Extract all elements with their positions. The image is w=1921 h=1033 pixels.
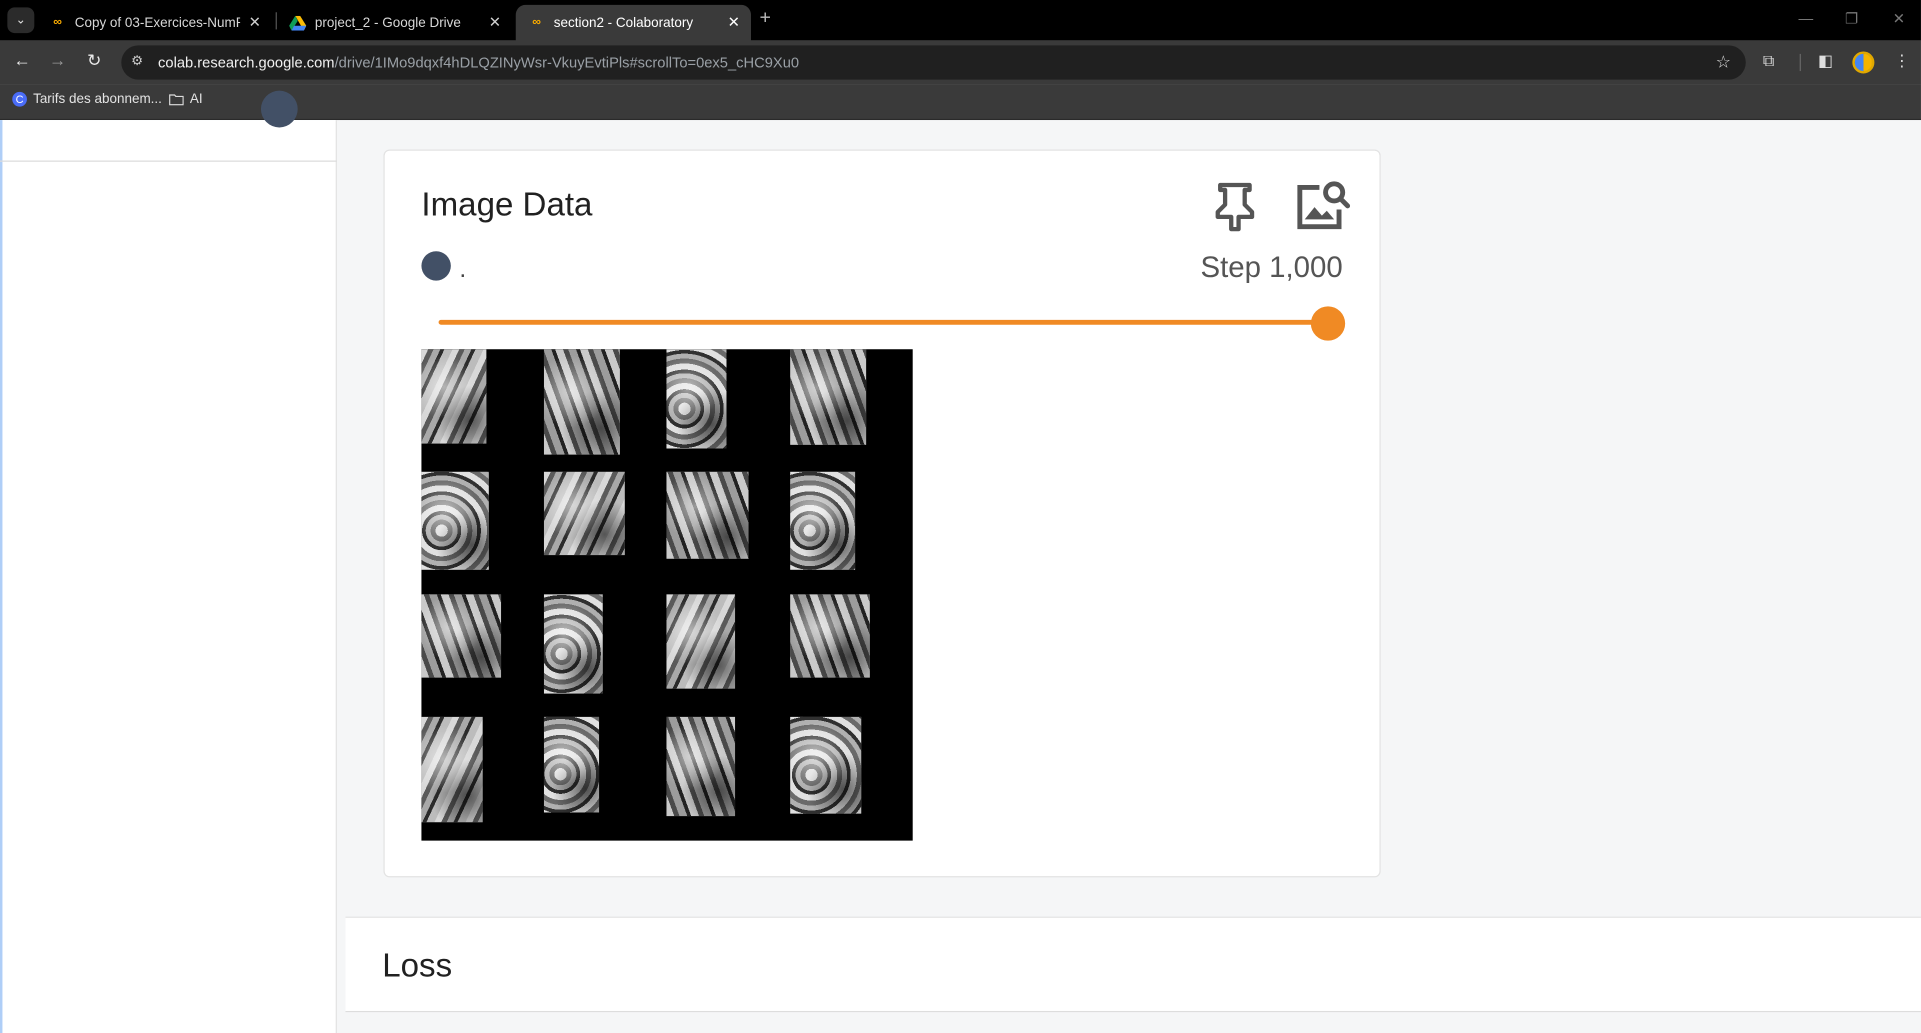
restore-icon[interactable]: ❐ (1845, 10, 1858, 27)
colab-icon: ∞ (53, 15, 62, 30)
chevron-down-icon: ⌄ (15, 13, 26, 27)
loss-card: Loss (345, 916, 1921, 1013)
image-patch (790, 349, 867, 445)
url-host: colab.research.google.com (158, 53, 335, 72)
image-patch (543, 716, 600, 813)
image-patch (543, 594, 603, 694)
extensions-icon[interactable]: ⧉ (1763, 51, 1774, 71)
minimize-icon[interactable]: — (1798, 10, 1813, 27)
image-patch (790, 594, 870, 678)
run-color-dot[interactable] (260, 90, 298, 128)
image-patch (790, 471, 856, 570)
folder-icon (169, 92, 184, 107)
close-icon[interactable]: ✕ (728, 13, 740, 30)
sidebar-edge (0, 120, 3, 1033)
menu-icon[interactable]: ⋮ (1894, 51, 1910, 71)
toolbar-separator (1799, 53, 1801, 72)
card-title: Image Data (421, 186, 593, 224)
tab-title: section2 - Colaboratory (553, 15, 694, 31)
loss-title: Loss (382, 947, 453, 984)
url-text[interactable]: colab.research.google.com/drive/1IMo9dqx… (158, 54, 799, 71)
image-patch (421, 594, 502, 678)
screen: ⌄ ∞ Copy of 03-Exercices-NumPy.ip ✕ proj… (0, 0, 1921, 1033)
reload-icon[interactable]: ↻ (82, 50, 107, 71)
close-icon[interactable]: ✕ (489, 13, 501, 30)
google-drive-icon (289, 14, 307, 31)
run-color-dot (421, 251, 451, 281)
image-search-icon[interactable] (1295, 178, 1351, 232)
window-close-icon[interactable]: ✕ (1893, 10, 1905, 27)
browser-toolbar: ← → ↻ ⚙ colab.research.google.com/drive/… (0, 40, 1921, 85)
plus-icon: + (759, 7, 772, 29)
side-panel-icon[interactable]: ◧ (1818, 51, 1833, 71)
tab-strip: ⌄ ∞ Copy of 03-Exercices-NumPy.ip ✕ proj… (0, 0, 1921, 41)
image-patch (666, 349, 727, 449)
back-icon[interactable]: ← (10, 50, 35, 70)
close-icon[interactable]: ✕ (249, 13, 261, 30)
bookmark-label: Tarifs des abonnem... (33, 91, 162, 107)
profile-avatar[interactable] (1852, 51, 1875, 74)
image-patch (421, 716, 483, 823)
tensorboard-content: Image Data . Step 1,000 Loss (0, 90, 1921, 1033)
tab-search-button[interactable]: ⌄ (7, 7, 35, 34)
forward-icon[interactable]: → (45, 50, 70, 70)
bookmark-tarifs[interactable]: C Tarifs des abonnem... (12, 91, 162, 107)
image-patch (421, 471, 489, 570)
slider-track (438, 319, 1326, 325)
tab-section2-colab[interactable]: ∞ section2 - Colaboratory ✕ (515, 4, 751, 41)
bookmark-folder-ai[interactable]: AI (169, 92, 203, 107)
tab-title: project_2 - Google Drive (314, 15, 461, 31)
image-patch (543, 349, 620, 455)
site-settings-icon[interactable]: ⚙ (131, 53, 143, 69)
address-bar[interactable]: ⚙ colab.research.google.com/drive/1IMo9d… (121, 45, 1746, 80)
image-grid[interactable] (421, 349, 913, 841)
colab-icon: ∞ (532, 15, 541, 30)
run-name: . (459, 256, 467, 284)
image-patch (543, 471, 625, 556)
image-data-card: Image Data . Step 1,000 (383, 149, 1381, 878)
tab-google-drive[interactable]: project_2 - Google Drive ✕ (277, 5, 512, 41)
tab-numpy-notebook[interactable]: ∞ Copy of 03-Exercices-NumPy.ip ✕ (37, 5, 272, 41)
image-patch (666, 716, 736, 817)
tab-title: Copy of 03-Exercices-NumPy.ip (74, 15, 240, 31)
image-patch (790, 716, 862, 814)
image-patch (666, 471, 749, 559)
bookmark-star-icon[interactable]: ☆ (1716, 51, 1731, 72)
pin-icon[interactable] (1210, 180, 1259, 232)
step-slider[interactable] (438, 306, 1346, 343)
runs-sidebar (0, 90, 337, 1033)
step-label: Step 1,000 (1200, 251, 1343, 285)
image-patch (421, 349, 487, 444)
site-icon: C (12, 91, 27, 107)
new-tab-button[interactable]: + (760, 7, 771, 29)
image-patch (666, 594, 736, 689)
url-path: /drive/1IMo9dqxf4hDLQZINyWsr-VkuyEvtiPls… (334, 53, 800, 72)
slider-thumb[interactable] (1310, 306, 1346, 341)
sidebar-divider (0, 160, 337, 162)
bookmark-label: AI (189, 91, 203, 107)
